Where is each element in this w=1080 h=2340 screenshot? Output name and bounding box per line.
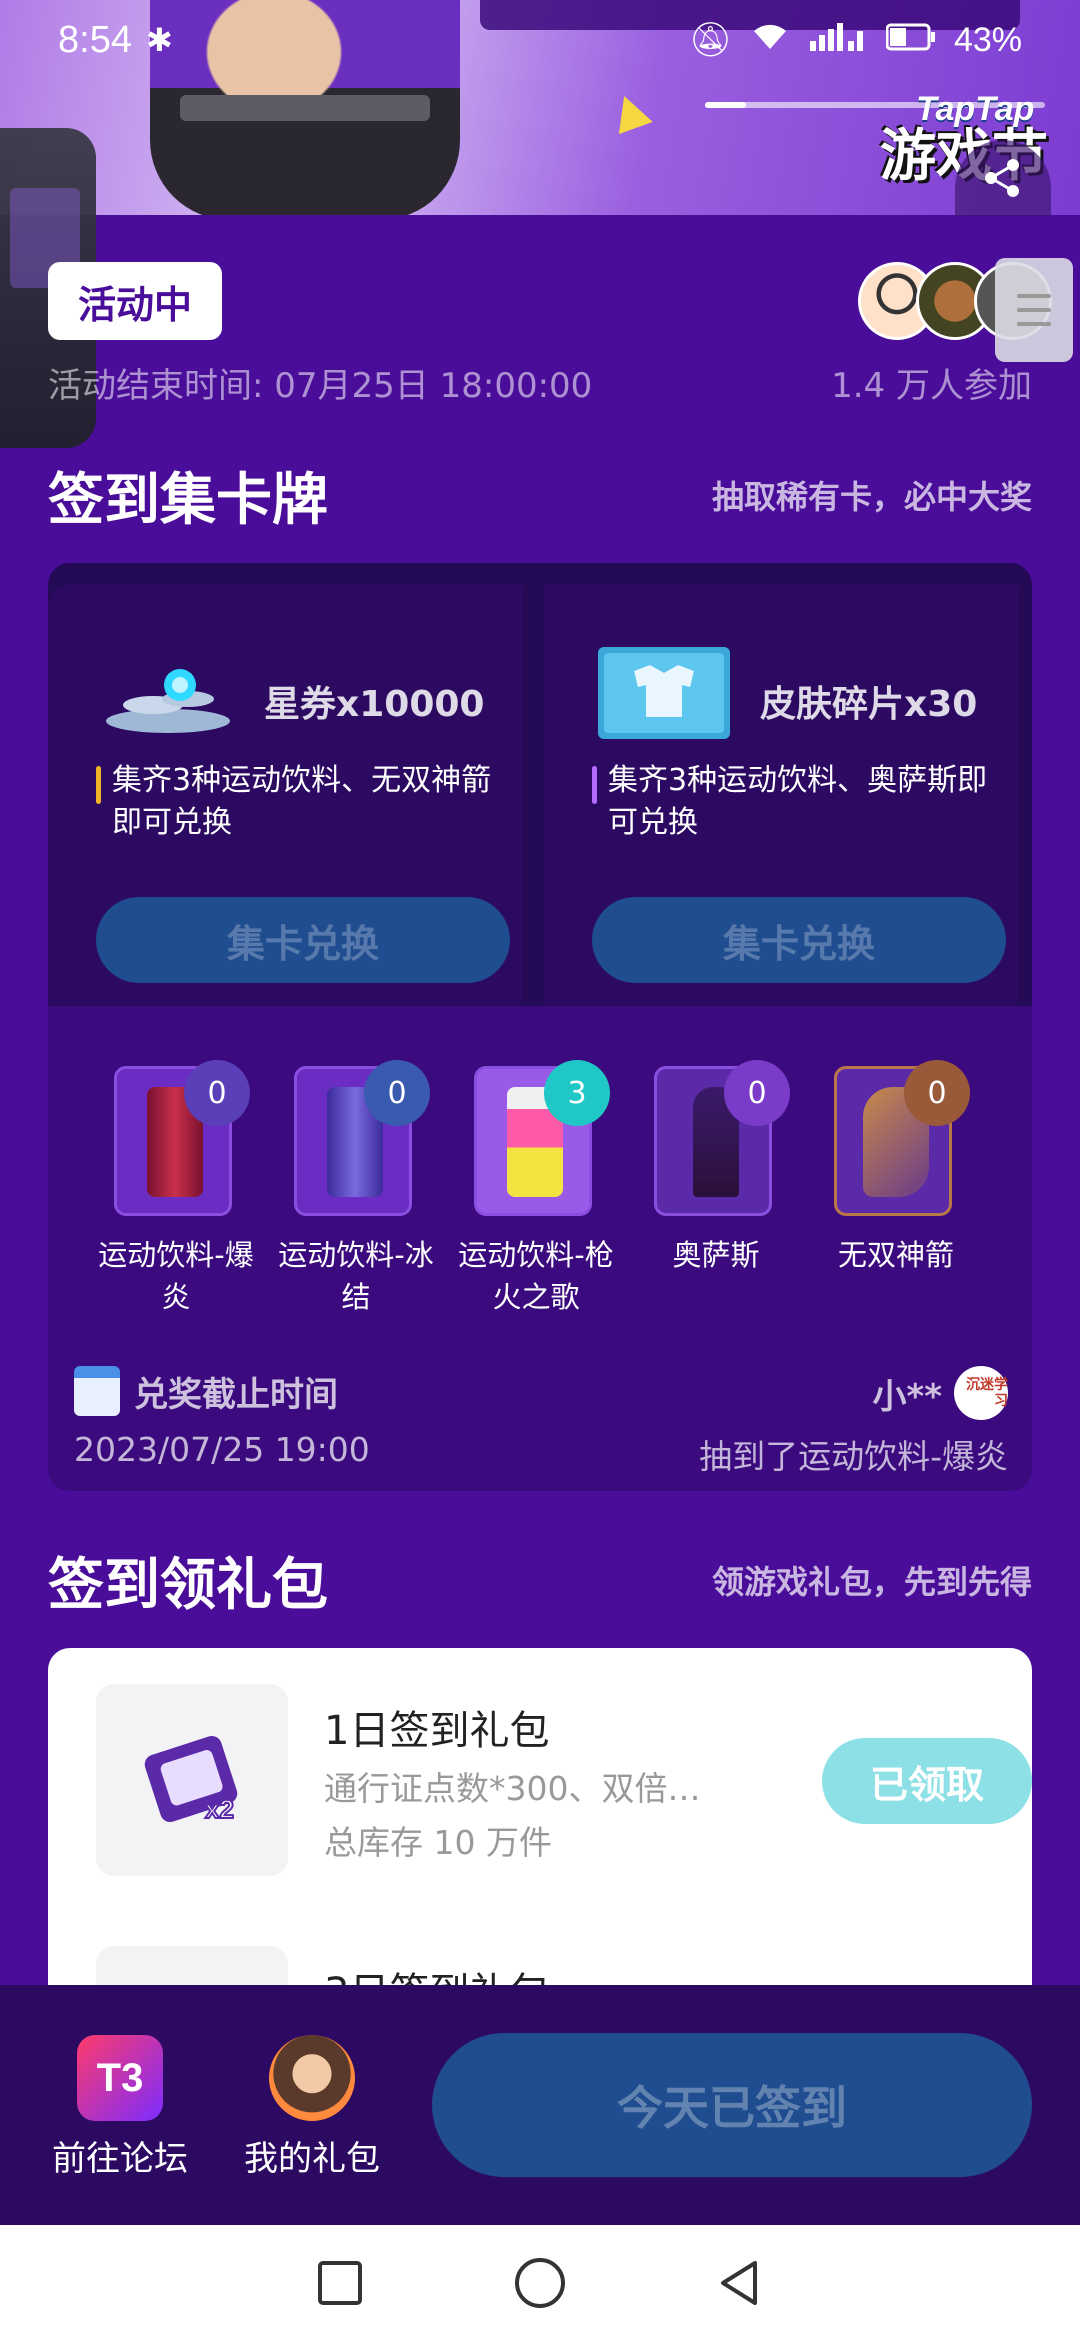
card-label: 运动饮料-爆炎 (98, 1238, 254, 1314)
card-label: 运动饮料-枪火之歌 (458, 1238, 614, 1314)
circle-icon (515, 2257, 565, 2308)
card-count-badge: 0 (364, 1060, 430, 1126)
gift-item-day1: x2 1日签到礼包 通行证点数*300、双倍… 总库存 10 万件 已领取 (96, 1684, 1032, 1876)
calendar-icon (74, 1366, 120, 1416)
card-count-badge: 0 (184, 1060, 250, 1126)
gift-thumbnail: x2 (96, 1684, 288, 1876)
reward-skin-fragment: 皮肤碎片x30 集齐3种运动饮料、奥萨斯即可兑换 集卡兑换 (544, 585, 1018, 1005)
card-collection-panel: 星券x10000 集齐3种运动饮料、无双神箭即可兑换 集卡兑换 皮肤碎片x30 … (48, 563, 1032, 1491)
section-subtitle: 领游戏礼包，先到先得 (711, 1563, 1032, 1601)
gift-title: 1日签到礼包 (324, 1708, 550, 1754)
activity-end-time: 活动结束时间: 07月25日 18:00:00 (48, 366, 593, 406)
card-section-header: 签到集卡牌 抽取稀有卡，必中大奖 (48, 460, 1032, 533)
battery-icon (885, 21, 936, 60)
star-coupon-icon (106, 669, 230, 733)
winner-avatar: 沉迷学习 (954, 1366, 1008, 1420)
section-subtitle: 抽取稀有卡，必中大奖 (711, 478, 1032, 516)
gift-section-header: 签到领礼包 领游戏礼包，先到先得 (48, 1545, 1032, 1618)
double-points-card-icon: x2 (144, 1735, 238, 1825)
status-time: 8:54 (58, 18, 132, 61)
signal-icon (808, 21, 868, 60)
gift-list: x2 1日签到礼包 通行证点数*300、双倍… 总库存 10 万件 已领取 3日… (48, 1648, 1032, 2008)
reward-description: 集齐3种运动饮料、无双神箭即可兑换 (96, 760, 506, 844)
skin-fragment-icon (598, 647, 730, 739)
claimed-button[interactable]: 已领取 (822, 1738, 1032, 1824)
back-button[interactable] (710, 2253, 770, 2313)
card-collection: 0 运动饮料-爆炎 0 运动饮料-冰结 3 运动饮料-枪火之歌 0 奥萨斯 0 … (48, 1006, 1032, 1491)
go-to-forum-button[interactable]: T3 前往论坛 (40, 2035, 200, 2180)
card-label: 奥萨斯 (672, 1238, 760, 1272)
system-nav-bar (0, 2225, 1080, 2340)
square-icon (318, 2260, 362, 2305)
section-title: 签到集卡牌 (48, 467, 328, 533)
bluetooth-icon: ✱ (145, 22, 173, 58)
battery-percent: 43% (953, 20, 1022, 59)
participant-count: 1.4 万人参加 (831, 366, 1032, 406)
svg-text:x2: x2 (205, 1794, 234, 1824)
decorative-triangle (607, 89, 653, 135)
exchange-rewards: 星券x10000 集齐3种运动饮料、无双神箭即可兑换 集卡兑换 皮肤碎片x30 … (48, 563, 1032, 1006)
system-status-bar: 8:54 ✱ 🔕︎ 43% (0, 0, 1080, 80)
deadline-date: 2023/07/25 19:00 (74, 1430, 370, 1469)
back-triangle-icon (721, 2260, 757, 2305)
deadline-label: 兑奖截止时间 (134, 1374, 338, 1415)
share-icon (985, 159, 1019, 197)
mute-icon: 🔕︎ (688, 21, 732, 59)
banner-belt-art (180, 95, 430, 121)
status-badge: 活动中 (48, 262, 222, 340)
side-menu-handle[interactable] (995, 258, 1073, 362)
gift-stock: 总库存 10 万件 (324, 1823, 552, 1862)
card-count-badge: 0 (904, 1060, 970, 1126)
recent-apps-button[interactable] (310, 2253, 370, 2313)
card-exchange-button[interactable]: 集卡兑换 (96, 897, 510, 983)
winner-message: 抽到了运动饮料-爆炎 (699, 1437, 1008, 1476)
reward-name: 星券x10000 (264, 684, 485, 725)
card-count-badge: 0 (724, 1060, 790, 1126)
card-count-badge: 3 (544, 1060, 610, 1126)
gift-description: 通行证点数*300、双倍… (324, 1769, 701, 1808)
checkin-button[interactable]: 今天已签到 (432, 2033, 1032, 2177)
reward-description: 集齐3种运动饮料、奥萨斯即可兑换 (592, 760, 1002, 844)
wifi-icon (750, 21, 790, 60)
my-gifts-button[interactable]: 我的礼包 (232, 2035, 392, 2180)
forum-app-icon: T3 (77, 2035, 163, 2121)
card-label: 运动饮料-冰结 (278, 1238, 434, 1314)
section-title: 签到领礼包 (48, 1552, 328, 1618)
my-gifts-label: 我的礼包 (244, 2139, 380, 2179)
gift-avatar-icon (269, 2035, 355, 2121)
latest-draw-notice: 小** 沉迷学习 抽到了运动饮料-爆炎 (699, 1366, 1008, 1478)
card-exchange-button[interactable]: 集卡兑换 (592, 897, 1006, 983)
winner-name: 小** (872, 1376, 942, 1417)
reward-name: 皮肤碎片x30 (760, 684, 978, 725)
forum-label: 前往论坛 (52, 2139, 188, 2179)
bottom-action-bar: T3 前往论坛 我的礼包 今天已签到 (0, 1985, 1080, 2225)
redeem-deadline: 兑奖截止时间 2023/07/25 19:00 (74, 1366, 370, 1469)
reward-star-coupon: 星券x10000 集齐3种运动饮料、无双神箭即可兑换 集卡兑换 (48, 585, 522, 1005)
home-button[interactable] (510, 2253, 570, 2313)
card-label: 无双神箭 (837, 1238, 954, 1272)
